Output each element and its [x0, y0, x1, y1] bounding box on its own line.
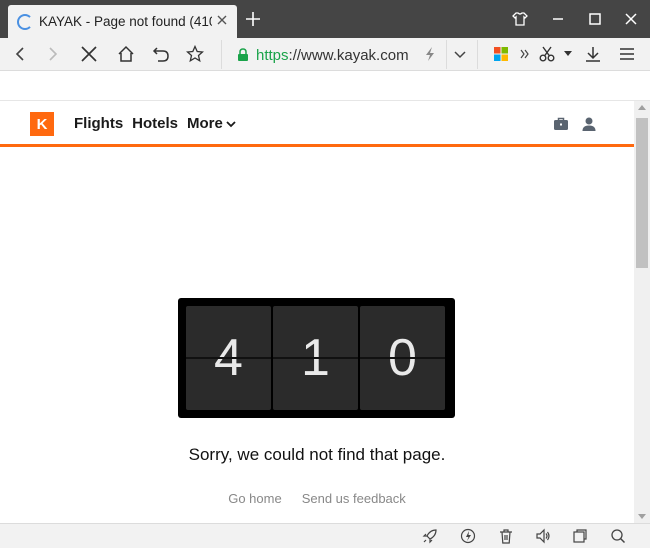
briefcase-icon[interactable]	[553, 116, 569, 132]
tab-bar: KAYAK - Page not found (410)	[0, 0, 650, 38]
trash-icon[interactable]	[498, 528, 514, 544]
error-links: Go home Send us feedback	[0, 491, 634, 506]
undo-close-button[interactable]	[149, 42, 173, 66]
error-code-flip-board: 4 1 0	[178, 298, 455, 418]
url-domain: ://www.kayak.com	[288, 46, 409, 64]
accelerate-icon[interactable]	[460, 528, 476, 544]
error-digit: 0	[360, 306, 445, 410]
navigation-bar: https://www.kayak.com	[0, 38, 650, 71]
lock-icon	[238, 48, 248, 61]
go-home-link[interactable]: Go home	[228, 491, 281, 506]
menu-icon[interactable]	[615, 42, 639, 66]
skin-icon[interactable]	[509, 8, 531, 30]
address-bar[interactable]: https://www.kayak.com	[233, 43, 443, 67]
url-scheme: https	[256, 46, 289, 64]
download-icon[interactable]	[581, 42, 605, 66]
maximize-button[interactable]	[584, 8, 606, 30]
nav-hotels[interactable]: Hotels	[132, 115, 178, 132]
forward-button[interactable]	[41, 42, 65, 66]
minimize-button[interactable]	[547, 8, 569, 30]
back-button[interactable]	[8, 42, 32, 66]
new-tab-icon[interactable]	[245, 11, 261, 27]
chevron-down-icon	[226, 120, 236, 127]
send-feedback-link[interactable]: Send us feedback	[302, 491, 406, 506]
status-bar	[0, 523, 650, 548]
nav-more-label: More	[187, 115, 223, 132]
divider	[446, 40, 447, 69]
tab-title: KAYAK - Page not found (410)	[39, 14, 212, 29]
site-header: K Flights Hotels More	[0, 101, 634, 147]
dropdown-arrow-icon[interactable]	[561, 42, 575, 66]
site-nav: Flights Hotels More	[74, 115, 236, 132]
scroll-up-arrow-icon[interactable]	[638, 105, 646, 110]
lightning-icon[interactable]	[418, 42, 442, 66]
user-account-icon[interactable]	[581, 116, 597, 132]
web-page: K Flights Hotels More 4 1 0 Sorry, we co…	[0, 101, 634, 523]
close-window-button[interactable]	[620, 8, 642, 30]
nav-more[interactable]: More	[187, 115, 236, 132]
error-digit: 1	[273, 306, 358, 410]
stop-button[interactable]	[77, 42, 101, 66]
apps-grid-icon[interactable]	[489, 42, 513, 66]
scroll-down-arrow-icon[interactable]	[638, 514, 646, 519]
divider	[477, 40, 478, 69]
address-dropdown-chevron-icon[interactable]	[448, 42, 472, 66]
divider	[221, 40, 222, 69]
rocket-icon[interactable]	[422, 528, 438, 544]
home-button[interactable]	[114, 42, 138, 66]
window-restore-icon[interactable]	[572, 528, 588, 544]
vertical-scrollbar[interactable]	[634, 101, 650, 523]
bookmark-strip	[0, 72, 650, 101]
screenshot-scissors-icon[interactable]	[535, 42, 559, 66]
scrollbar-thumb[interactable]	[636, 118, 648, 268]
favorite-star-button[interactable]	[183, 42, 207, 66]
speaker-icon[interactable]	[535, 528, 551, 544]
close-tab-icon[interactable]	[215, 13, 229, 27]
nav-flights[interactable]: Flights	[74, 115, 123, 132]
browser-tab[interactable]: KAYAK - Page not found (410)	[8, 5, 237, 38]
loading-spinner-icon	[17, 13, 33, 30]
error-message: Sorry, we could not find that page.	[188, 445, 446, 464]
search-icon[interactable]	[610, 528, 626, 544]
error-digit: 4	[186, 306, 271, 410]
kayak-logo[interactable]: K	[30, 112, 54, 136]
url-text: https://www.kayak.com	[256, 47, 409, 64]
extensions-chevron-icon[interactable]	[518, 42, 532, 66]
